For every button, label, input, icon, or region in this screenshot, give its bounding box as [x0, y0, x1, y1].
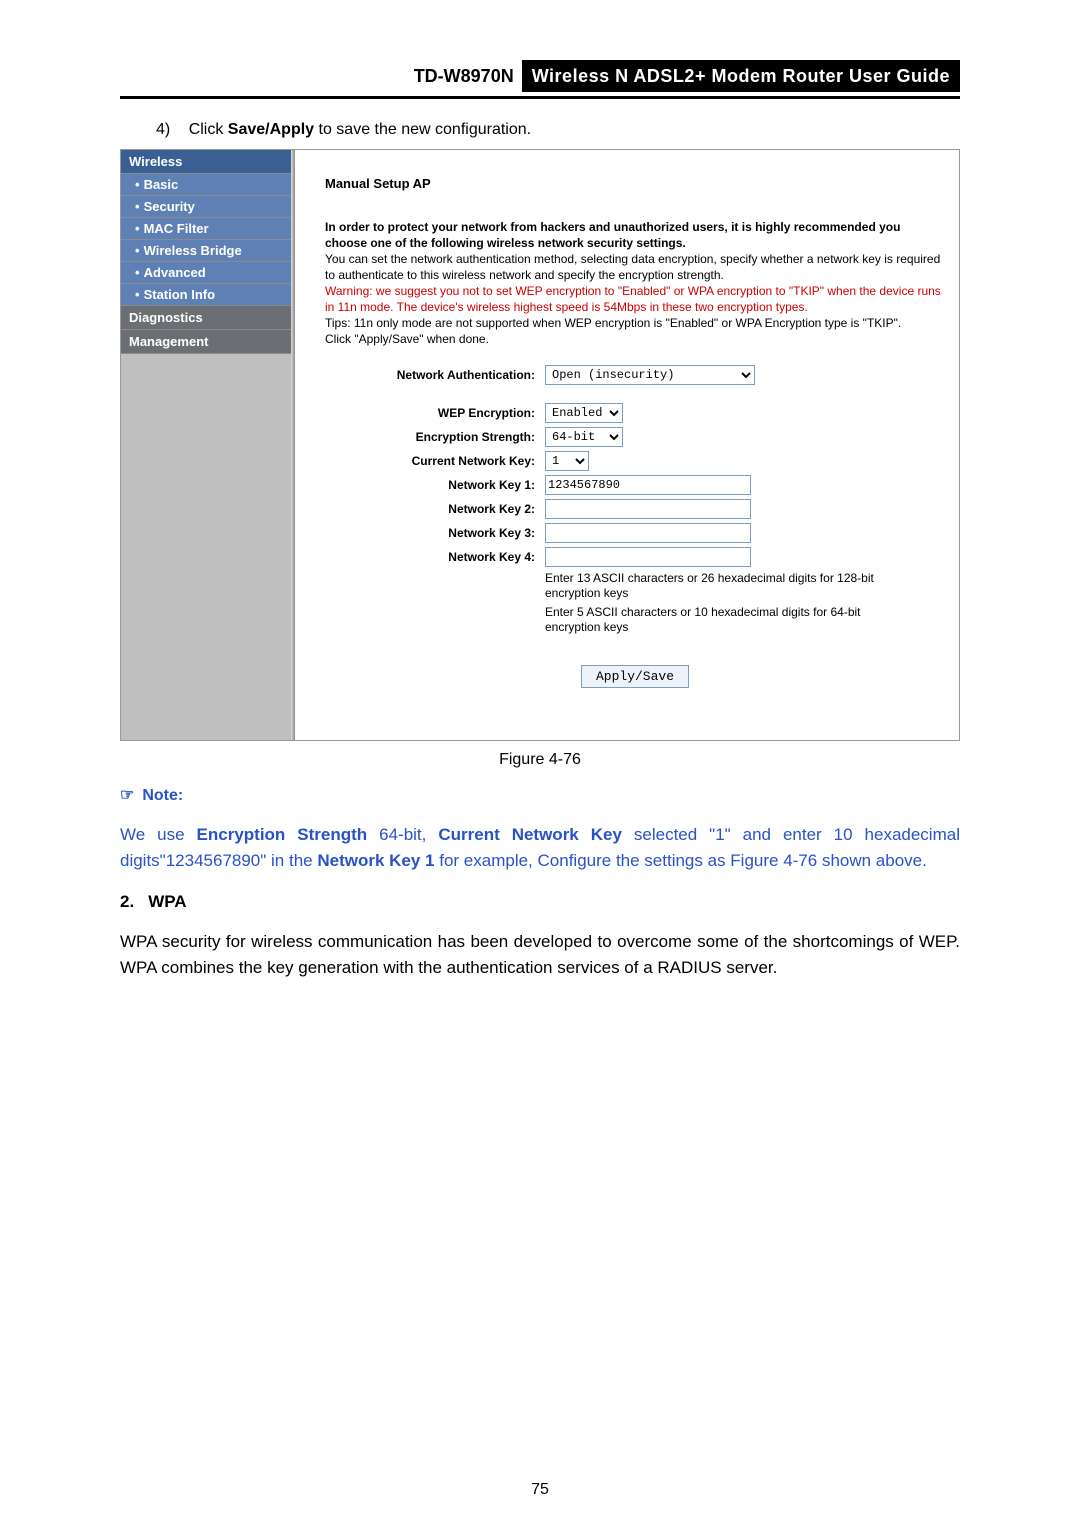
intro-plain: You can set the network authentication m… — [325, 252, 940, 282]
input-key3[interactable] — [545, 523, 751, 543]
row-key3: Network Key 3: — [325, 523, 945, 543]
sidebar-item-management[interactable]: Management — [121, 330, 291, 354]
model-number: TD-W8970N — [406, 60, 522, 92]
button-row: Apply/Save — [325, 665, 945, 688]
sidebar-item-label: Wireless Bridge — [144, 243, 242, 258]
label-key3: Network Key 3: — [325, 526, 545, 540]
section-2-body: WPA security for wireless communication … — [120, 929, 960, 981]
note-bold: Current Network Key — [438, 825, 622, 844]
row-key2: Network Key 2: — [325, 499, 945, 519]
sidebar-item-label: Security — [144, 199, 195, 214]
guide-title: Wireless N ADSL2+ Modem Router User Guid… — [522, 60, 960, 92]
note-header: ☞ Note: — [120, 785, 960, 805]
section-2-header: 2. WPA — [120, 892, 960, 912]
note-bold: Network Key 1 — [317, 851, 434, 870]
label-key2: Network Key 2: — [325, 502, 545, 516]
panel-intro: In order to protect your network from ha… — [325, 219, 945, 347]
label-enc-strength: Encryption Strength: — [325, 430, 545, 444]
select-network-auth[interactable]: Open (insecurity) — [545, 365, 755, 385]
step-number: 4) — [156, 121, 170, 138]
sidebar-header-wireless[interactable]: Wireless — [121, 150, 291, 174]
note-text: 64-bit, — [367, 825, 438, 844]
note-text: We use — [120, 825, 197, 844]
step-text-before: Click — [189, 121, 228, 138]
label-key1: Network Key 1: — [325, 478, 545, 492]
intro-click: Click "Apply/Save" when done. — [325, 332, 489, 346]
sidebar-item-basic[interactable]: Basic — [121, 174, 291, 196]
label-wep: WEP Encryption: — [325, 406, 545, 420]
select-wep[interactable]: Enabled — [545, 403, 623, 423]
sidebar-item-station-info[interactable]: Station Info — [121, 284, 291, 306]
sidebar: Wireless Basic Security MAC Filter Wirel… — [121, 150, 291, 740]
router-ui-screenshot: Wireless Basic Security MAC Filter Wirel… — [120, 149, 960, 741]
step-text-after: to save the new configuration. — [314, 121, 531, 138]
row-enc-strength: Encryption Strength: 64-bit — [325, 427, 945, 447]
row-key4: Network Key 4: — [325, 547, 945, 567]
key-hint-128: Enter 13 ASCII characters or 26 hexadeci… — [545, 571, 915, 601]
note-header-text: Note: — [142, 787, 183, 804]
select-enc-strength[interactable]: 64-bit — [545, 427, 623, 447]
note-icon: ☞ — [120, 787, 134, 804]
document-header: TD-W8970N Wireless N ADSL2+ Modem Router… — [120, 60, 960, 92]
sidebar-item-label: Advanced — [144, 265, 206, 280]
key-hint-64: Enter 5 ASCII characters or 10 hexadecim… — [545, 605, 915, 635]
row-current-key: Current Network Key: 1 — [325, 451, 945, 471]
main-panel: Manual Setup AP In order to protect your… — [295, 150, 959, 740]
intro-bold: In order to protect your network from ha… — [325, 220, 900, 250]
input-key1[interactable] — [545, 475, 751, 495]
step-4-text: 4) Click Save/Apply to save the new conf… — [156, 121, 960, 139]
sidebar-item-diagnostics[interactable]: Diagnostics — [121, 306, 291, 330]
step-bold: Save/Apply — [228, 121, 314, 138]
label-network-auth: Network Authentication: — [325, 368, 545, 382]
note-text: for example, Configure the settings as F… — [435, 851, 927, 870]
row-wep: WEP Encryption: Enabled — [325, 403, 945, 423]
section-title: WPA — [148, 892, 186, 911]
row-key1: Network Key 1: — [325, 475, 945, 495]
note-body: We use Encryption Strength 64-bit, Curre… — [120, 822, 960, 874]
sidebar-item-label: MAC Filter — [144, 221, 209, 236]
intro-tip: Tips: 11n only mode are not supported wh… — [325, 316, 901, 330]
sidebar-item-mac-filter[interactable]: MAC Filter — [121, 218, 291, 240]
note-bold: Encryption Strength — [197, 825, 368, 844]
intro-warning: Warning: we suggest you not to set WEP e… — [325, 284, 941, 314]
input-key2[interactable] — [545, 499, 751, 519]
label-current-key: Current Network Key: — [325, 454, 545, 468]
sidebar-item-label: Basic — [144, 177, 179, 192]
label-key4: Network Key 4: — [325, 550, 545, 564]
apply-save-button[interactable]: Apply/Save — [581, 665, 689, 688]
sidebar-item-wireless-bridge[interactable]: Wireless Bridge — [121, 240, 291, 262]
section-number: 2. — [120, 892, 134, 911]
sidebar-item-security[interactable]: Security — [121, 196, 291, 218]
figure-caption: Figure 4-76 — [120, 751, 960, 769]
panel-title: Manual Setup AP — [325, 176, 945, 191]
sidebar-item-label: Station Info — [144, 287, 216, 302]
row-network-auth: Network Authentication: Open (insecurity… — [325, 365, 945, 385]
input-key4[interactable] — [545, 547, 751, 567]
header-divider — [120, 96, 960, 99]
page-number: 75 — [0, 1481, 1080, 1499]
select-current-key[interactable]: 1 — [545, 451, 589, 471]
sidebar-item-advanced[interactable]: Advanced — [121, 262, 291, 284]
